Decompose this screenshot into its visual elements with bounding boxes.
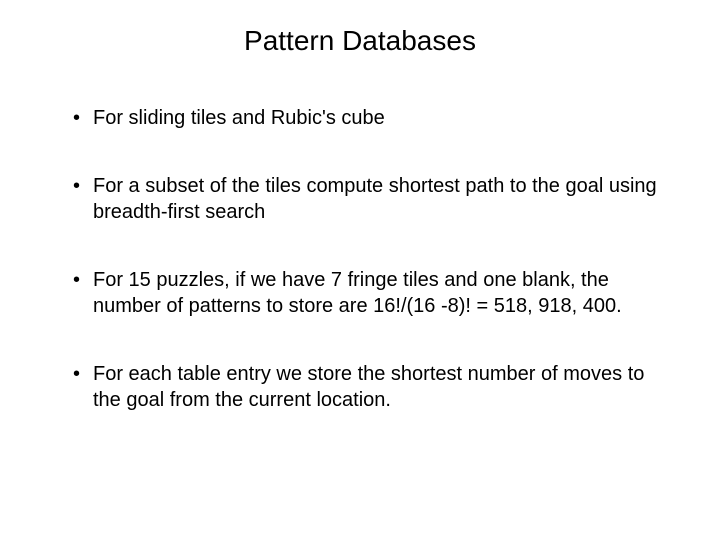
list-item: For each table entry we store the shorte… <box>73 361 675 413</box>
bullet-list: For sliding tiles and Rubic's cube For a… <box>45 105 675 413</box>
list-item: For a subset of the tiles compute shorte… <box>73 173 675 225</box>
slide-title: Pattern Databases <box>45 25 675 57</box>
list-item: For sliding tiles and Rubic's cube <box>73 105 675 131</box>
list-item: For 15 puzzles, if we have 7 fringe tile… <box>73 267 675 319</box>
